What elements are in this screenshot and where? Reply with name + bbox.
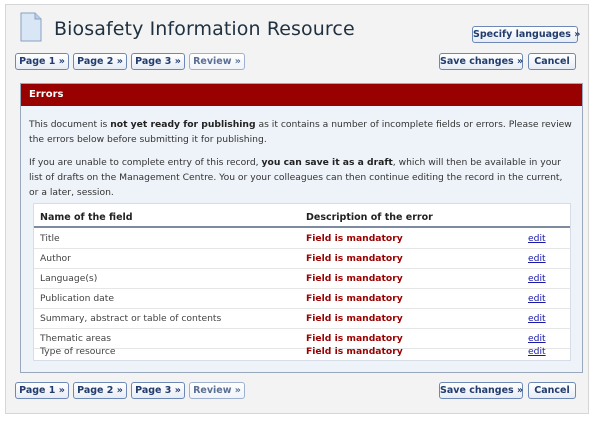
error-description: Field is mandatory bbox=[306, 253, 403, 264]
table-row: Summary, abstract or table of contents F… bbox=[34, 309, 570, 329]
field-name: Title bbox=[40, 233, 60, 244]
cancel-button-top[interactable]: Cancel bbox=[528, 53, 576, 70]
edit-link[interactable]: edit bbox=[528, 253, 546, 264]
table-row: Title Field is mandatory edit bbox=[34, 229, 570, 249]
page-2-button-top[interactable]: Page 2 » bbox=[73, 53, 127, 70]
field-name: Language(s) bbox=[40, 273, 98, 284]
page-2-button-bottom[interactable]: Page 2 » bbox=[73, 382, 127, 399]
column-header-error: Description of the error bbox=[306, 212, 433, 223]
errors-panel: Errors This document is not yet ready fo… bbox=[20, 83, 583, 373]
edit-link[interactable]: edit bbox=[528, 293, 546, 304]
page-1-button-top[interactable]: Page 1 » bbox=[15, 53, 69, 70]
review-button-top[interactable]: Review » bbox=[189, 53, 245, 70]
message-emphasis: not yet ready for publishing bbox=[110, 119, 256, 130]
error-description: Field is mandatory bbox=[306, 313, 403, 324]
table-row: Author Field is mandatory edit bbox=[34, 249, 570, 269]
table-header: Name of the field Description of the err… bbox=[34, 208, 570, 228]
page-1-button-bottom[interactable]: Page 1 » bbox=[15, 382, 69, 399]
not-ready-message: This document is not yet ready for publi… bbox=[29, 117, 573, 147]
draft-message: If you are unable to complete entry of t… bbox=[29, 155, 573, 200]
page-3-button-bottom[interactable]: Page 3 » bbox=[131, 382, 185, 399]
table-row: Publication date Field is mandatory edit bbox=[34, 289, 570, 309]
save-changes-button-top[interactable]: Save changes » bbox=[439, 53, 523, 70]
field-name: Type of resource bbox=[40, 346, 116, 357]
table-row: Type of resource Field is mandatory edit bbox=[34, 342, 570, 361]
header: Biosafety Information Resource Specify l… bbox=[12, 9, 582, 49]
document-icon bbox=[20, 12, 42, 42]
edit-link[interactable]: edit bbox=[528, 233, 546, 244]
column-header-field: Name of the field bbox=[40, 212, 133, 223]
specify-languages-button[interactable]: Specify languages » bbox=[472, 26, 580, 43]
review-button-bottom[interactable]: Review » bbox=[189, 382, 245, 399]
field-name: Summary, abstract or table of contents bbox=[40, 313, 222, 324]
error-description: Field is mandatory bbox=[306, 346, 403, 357]
edit-link[interactable]: edit bbox=[528, 273, 546, 284]
error-description: Field is mandatory bbox=[306, 273, 403, 284]
error-description: Field is mandatory bbox=[306, 233, 403, 244]
edit-link[interactable]: edit bbox=[528, 346, 546, 357]
errors-heading: Errors bbox=[21, 84, 582, 106]
error-description: Field is mandatory bbox=[306, 293, 403, 304]
message-text: This document is bbox=[29, 119, 111, 130]
save-changes-button-bottom[interactable]: Save changes » bbox=[439, 382, 523, 399]
cancel-button-bottom[interactable]: Cancel bbox=[528, 382, 576, 399]
field-name: Author bbox=[40, 253, 71, 264]
page-title: Biosafety Information Resource bbox=[54, 18, 355, 40]
errors-table: Name of the field Description of the err… bbox=[33, 203, 571, 361]
page-3-button-top[interactable]: Page 3 » bbox=[131, 53, 185, 70]
message-emphasis: you can save it as a draft bbox=[261, 157, 393, 168]
field-name: Publication date bbox=[40, 293, 115, 304]
edit-link[interactable]: edit bbox=[528, 313, 546, 324]
page-frame: Biosafety Information Resource Specify l… bbox=[5, 4, 589, 414]
table-row: Language(s) Field is mandatory edit bbox=[34, 269, 570, 289]
message-text: If you are unable to complete entry of t… bbox=[29, 157, 262, 168]
